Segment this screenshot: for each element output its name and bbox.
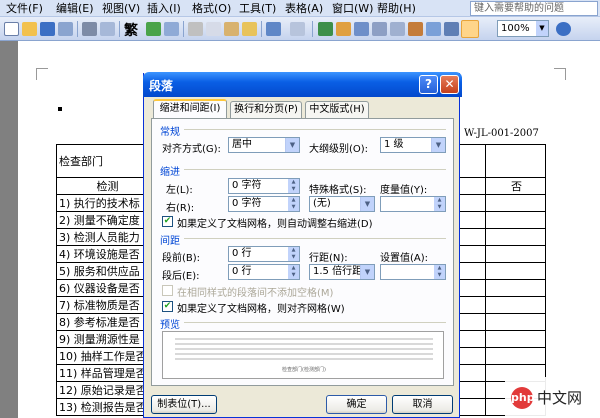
auto-adjust-right-indent-checkbox[interactable]: ✔ (162, 216, 173, 227)
tab-line-page-breaks[interactable]: 换行和分页(P) (230, 101, 302, 118)
traditional-chinese-button[interactable]: 繁 (124, 20, 138, 40)
show-hide-icon[interactable] (444, 22, 459, 36)
zoom-select[interactable]: 100% ▼ (497, 20, 549, 37)
line-spacing-label: 行距(N): (309, 253, 348, 264)
indent-right-label: 右(R): (166, 203, 195, 214)
hyperlink-icon[interactable] (318, 22, 333, 36)
menu-format[interactable]: 格式(O) (192, 2, 231, 15)
php-logo-icon: php (511, 386, 535, 409)
insert-excel-icon[interactable] (372, 22, 387, 36)
indent-left-label: 左(L): (166, 185, 193, 196)
watermark: php 中文网 (505, 377, 600, 418)
section-preview: 预览 (160, 320, 180, 331)
help-icon[interactable] (556, 22, 571, 36)
snap-to-grid-label: 如果定义了文档网格，则对齐网格(W) (177, 304, 345, 315)
research-icon[interactable] (164, 22, 179, 36)
menu-edit[interactable]: 编辑(E) (56, 2, 94, 15)
paragraph-marks-icon[interactable] (461, 20, 479, 38)
permission-icon[interactable] (58, 22, 73, 36)
space-after-label: 段后(E): (162, 271, 200, 282)
undo-icon[interactable] (266, 22, 281, 36)
section-spacing: 间距 (160, 236, 180, 247)
tabs-button[interactable]: 制表位(T)... (151, 395, 217, 414)
menu-bar: 文件(F) 编辑(E) 视图(V) 插入(I) 格式(O) 工具(T) 表格(A… (0, 0, 600, 17)
outline-level-label: 大纲级别(O): (309, 144, 369, 155)
dialog-title: 段落 (149, 79, 174, 93)
document-code: W-JL-001-2007 (464, 128, 539, 139)
standard-toolbar: 繁 100% ▼ (0, 17, 600, 41)
document-map-icon[interactable] (426, 22, 441, 36)
table-header-no[interactable]: 否 (485, 177, 546, 195)
indent-by-spinner[interactable]: ▲ ▼ (380, 196, 446, 212)
paste-icon[interactable] (224, 22, 239, 36)
chevron-down-icon: ▼ (360, 197, 374, 211)
table-cell-dept[interactable]: 检查部门 (56, 144, 157, 178)
chevron-down-icon: ▼ (431, 138, 445, 152)
insert-table-icon[interactable] (354, 22, 369, 36)
preview-sample-text: 检查部门(检测部门) (282, 367, 326, 373)
drawing-icon[interactable] (408, 22, 423, 36)
alignment-select[interactable]: 居中 ▼ (228, 137, 300, 153)
ok-button[interactable]: 确定 (326, 395, 387, 414)
dialog-titlebar[interactable]: 段落 ? ✕ (143, 72, 462, 97)
space-before-label: 段前(B): (162, 253, 201, 264)
spelling-icon[interactable] (146, 22, 161, 36)
new-doc-icon[interactable] (4, 22, 19, 36)
menu-table[interactable]: 表格(A) (285, 2, 323, 15)
no-space-same-style-label: 在相同样式的段落间不添加空格(M) (177, 288, 334, 299)
space-after-spinner[interactable]: 0 行 ▲ ▼ (228, 264, 300, 280)
indent-left-spinner[interactable]: 0 字符 ▲ ▼ (228, 178, 300, 194)
table-cell[interactable] (485, 144, 546, 178)
watermark-text: 中文网 (537, 389, 583, 407)
redo-icon[interactable] (290, 22, 305, 36)
alignment-label: 对齐方式(G): (162, 144, 221, 155)
close-button[interactable]: ✕ (440, 75, 459, 94)
chevron-down-icon: ▼ (360, 265, 374, 279)
no-space-same-style-checkbox[interactable] (162, 285, 173, 296)
auto-adjust-right-indent-label: 如果定义了文档网格，则自动调整右缩进(D) (177, 219, 373, 230)
menu-view[interactable]: 视图(V) (102, 2, 140, 15)
line-spacing-select[interactable]: 1.5 倍行距 ▼ (309, 264, 375, 280)
chevron-down-icon: ▼ (536, 21, 548, 36)
format-painter-icon[interactable] (242, 22, 257, 36)
tables-borders-icon[interactable] (336, 22, 351, 36)
tab-indents-spacing[interactable]: 缩进和间距(I) (153, 99, 227, 119)
menu-file[interactable]: 文件(F) (6, 2, 43, 15)
tab-asian-typography[interactable]: 中文版式(H) (305, 101, 369, 118)
section-indentation: 缩进 (160, 167, 180, 178)
bullet-mark (58, 107, 62, 111)
copy-icon[interactable] (206, 22, 221, 36)
cancel-button[interactable]: 取消 (392, 395, 453, 414)
help-button[interactable]: ? (419, 75, 438, 94)
spacing-at-spinner[interactable]: ▲ ▼ (380, 264, 446, 280)
section-general: 常规 (160, 127, 180, 138)
columns-icon[interactable] (390, 22, 405, 36)
special-indent-label: 特殊格式(S): (309, 185, 367, 196)
print-preview-icon[interactable] (100, 22, 115, 36)
menu-help[interactable]: 帮助(H) (377, 2, 416, 15)
save-icon[interactable] (40, 22, 55, 36)
indent-right-spinner[interactable]: 0 字符 ▲ ▼ (228, 196, 300, 212)
menu-window[interactable]: 窗口(W) (332, 2, 373, 15)
cut-icon[interactable] (188, 22, 203, 36)
outline-level-select[interactable]: 1 级 ▼ (380, 137, 446, 153)
table-header-check[interactable]: 检测 (56, 177, 157, 195)
menu-tools[interactable]: 工具(T) (239, 2, 276, 15)
menu-insert[interactable]: 插入(I) (147, 2, 181, 15)
help-search-input[interactable]: 键入需要帮助的问题 (470, 1, 598, 16)
indent-by-label: 度量值(Y): (380, 185, 428, 196)
paragraph-dialog: 段落 ? ✕ 缩进和间距(I) 换行和分页(P) 中文版式(H) 常规 对齐方式… (143, 72, 462, 418)
snap-to-grid-checkbox[interactable]: ✔ (162, 301, 173, 312)
space-before-spinner[interactable]: 0 行 ▲ ▼ (228, 246, 300, 262)
spacing-at-label: 设置值(A): (380, 253, 429, 264)
special-indent-select[interactable]: (无) ▼ (309, 196, 375, 212)
paragraph-preview: 检查部门(检测部门) (162, 331, 444, 379)
chevron-down-icon: ▼ (285, 138, 299, 152)
print-icon[interactable] (82, 22, 97, 36)
tab-panel: 常规 对齐方式(G): 居中 ▼ 大纲级别(O): 1 级 ▼ 缩进 左(L): 0… (151, 118, 454, 386)
open-folder-icon[interactable] (22, 22, 37, 36)
